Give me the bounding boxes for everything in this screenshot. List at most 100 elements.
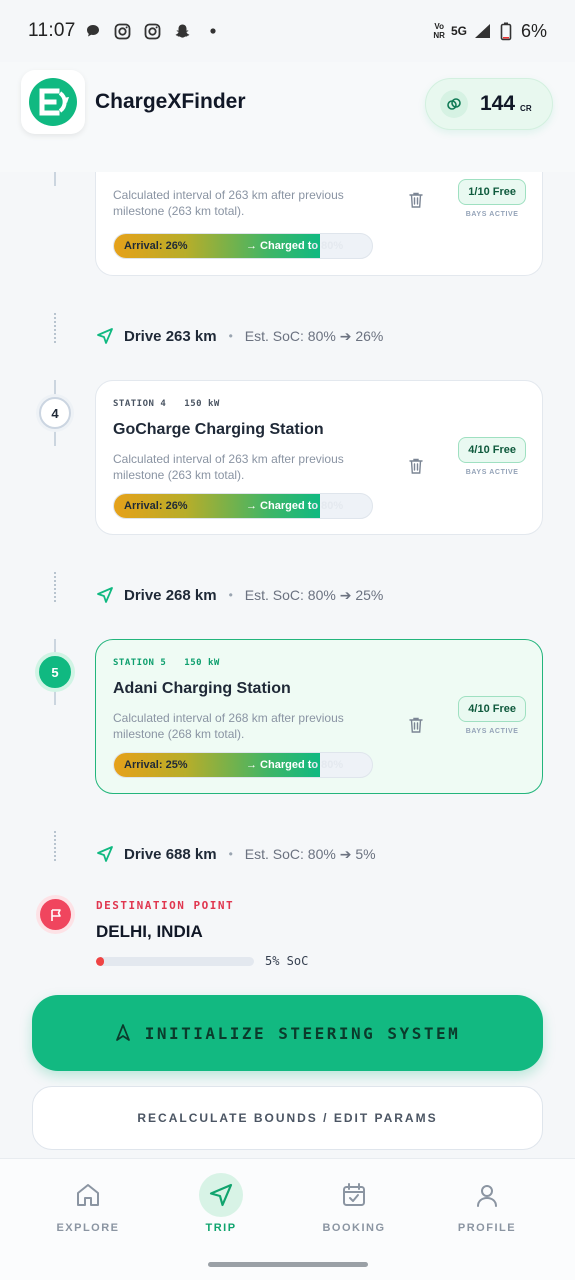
drive-distance: Drive 263 km [124,327,217,345]
navigation-arrow-icon [97,846,113,862]
charged-soc: → Charged to 80% [246,240,344,252]
arrival-soc: Arrival: 26% [124,500,188,512]
destination-node [40,899,71,930]
timeline-connector [54,172,56,186]
navigation-icon [115,1024,130,1041]
calendar-check-icon [332,1173,376,1217]
trash-icon[interactable] [408,457,424,475]
user-icon [465,1173,509,1217]
bays-active-label: BAYS ACTIVE [465,728,519,735]
timeline-node-5: 5 [39,656,71,688]
bays-active-label: BAYS ACTIVE [465,469,519,476]
system-status-icons: Vo NR 5G 6% [433,21,547,42]
soc-progress-bar: Arrival: 25% → Charged to 80% [113,752,373,778]
timeline-connector [54,639,56,655]
navigation-arrow-icon [97,587,113,603]
trash-icon[interactable] [408,716,424,734]
initialize-steering-button[interactable]: INITIALIZE STEERING SYSTEM [32,995,543,1071]
signal-strength-icon [473,22,491,40]
drive-segment: Drive 268 km • Est. SoC: 80% ➔ 25% [96,583,383,607]
station-description: Calculated interval of 268 km after prev… [113,711,344,741]
navigation-arrow-icon [97,328,113,344]
nav-explore[interactable]: EXPLORE [33,1173,143,1234]
station-description: Calculated interval of 263 km after prev… [113,452,344,482]
trash-icon[interactable] [408,191,424,209]
bays-free-badge: 4/10 Free [458,696,526,722]
home-icon [66,1173,110,1217]
more-notifications-dot-icon [204,22,222,40]
snapchat-icon [174,22,192,40]
status-bar: 11:07 Vo NR 5G 6% [0,0,575,62]
drive-distance: Drive 688 km [124,845,217,863]
bays-status: 4/10 Free BAYS ACTIVE [458,437,526,476]
nav-label: EXPLORE [56,1222,120,1234]
timeline-connector [54,430,56,446]
timeline-node-4: 4 [39,397,71,429]
nav-label: TRIP [205,1222,237,1234]
soc-progress-bar: Arrival: 26% → Charged to 80% [113,233,373,259]
destination-label: DESTINATION POINT [96,899,235,912]
charged-soc: → Charged to 80% [246,759,344,771]
nav-trip[interactable]: TRIP [166,1173,276,1234]
chargexfinder-logo-icon [29,78,77,126]
credits-unit: CR [520,103,532,113]
bays-free-badge: 1/10 Free [458,179,526,205]
drive-soc-estimate: Est. SoC: 80% ➔ 26% [244,327,384,344]
initialize-steering-label: INITIALIZE STEERING SYSTEM [144,1023,461,1043]
separator-dot: • [228,847,233,861]
timeline-dots [54,572,56,602]
drive-segment: Drive 263 km • Est. SoC: 80% ➔ 26% [96,324,383,348]
station-name: Adani Charging Station [113,680,291,697]
drive-soc-estimate: Est. SoC: 80% ➔ 5% [244,845,376,862]
bays-free-badge: 4/10 Free [458,437,526,463]
credits-value: 144 [480,92,516,115]
flag-icon [50,908,61,921]
battery-percentage: 6% [520,20,547,41]
destination-soc: 5% SoC [265,954,309,968]
battery-icon [497,22,515,40]
nav-label: BOOKING [322,1222,386,1234]
nav-label: PROFILE [457,1222,517,1234]
timeline-dots [54,831,56,861]
coins-icon [440,90,468,118]
notification-icons [84,22,222,40]
bays-status: 4/10 Free BAYS ACTIVE [458,696,526,735]
timeline-connector [54,689,56,705]
nav-profile[interactable]: PROFILE [432,1173,542,1234]
station-meta: STATION 5 150 kW [113,658,220,668]
recalculate-bounds-button[interactable]: RECALCULATE BOUNDS / EDIT PARAMS [32,1086,543,1150]
separator-dot: • [228,329,233,343]
station-card-active[interactable]: STATION 5 150 kW Adani Charging Station C… [95,639,543,794]
charged-soc: → Charged to 80% [246,500,344,512]
destination-soc-fill [96,957,104,966]
nav-booking[interactable]: BOOKING [299,1173,409,1234]
status-time: 11:07 [28,20,76,41]
chat-bubble-icon [84,22,102,40]
home-indicator[interactable] [208,1262,368,1267]
destination-name: DELHI, INDIA [96,922,203,941]
soc-progress-bar: Arrival: 26% → Charged to 80% [113,493,373,519]
arrival-soc: Arrival: 25% [124,759,188,771]
network-type: 5G [450,24,467,38]
station-name: GoCharge Charging Station [113,421,324,438]
app-header: ChargeXFinder 144 CR [0,62,575,172]
bays-status: 1/10 Free BAYS ACTIVE [458,179,526,218]
recalculate-bounds-label: RECALCULATE BOUNDS / EDIT PARAMS [137,1111,438,1125]
trip-screen: 11:07 Vo NR 5G 6% Calculated interval of… [0,0,575,1280]
arrival-soc: Arrival: 26% [124,240,188,252]
app-logo [21,70,85,134]
instagram-icon [114,22,132,40]
timeline-dots [54,313,56,343]
bays-active-label: BAYS ACTIVE [465,211,519,218]
station-card[interactable]: STATION 4 150 kW GoCharge Charging Statio… [95,380,543,535]
destination-soc-bar [96,957,254,966]
instagram-icon [144,22,162,40]
app-title: ChargeXFinder [95,90,246,113]
drive-segment: Drive 688 km • Est. SoC: 80% ➔ 5% [96,842,376,866]
station-description: Calculated interval of 263 km after prev… [113,188,344,218]
drive-soc-estimate: Est. SoC: 80% ➔ 25% [244,586,384,603]
volte-indicator: Vo NR [433,22,445,40]
station-meta: STATION 4 150 kW [113,399,220,409]
credits-badge[interactable]: 144 CR [425,78,553,130]
timeline-connector [54,380,56,396]
